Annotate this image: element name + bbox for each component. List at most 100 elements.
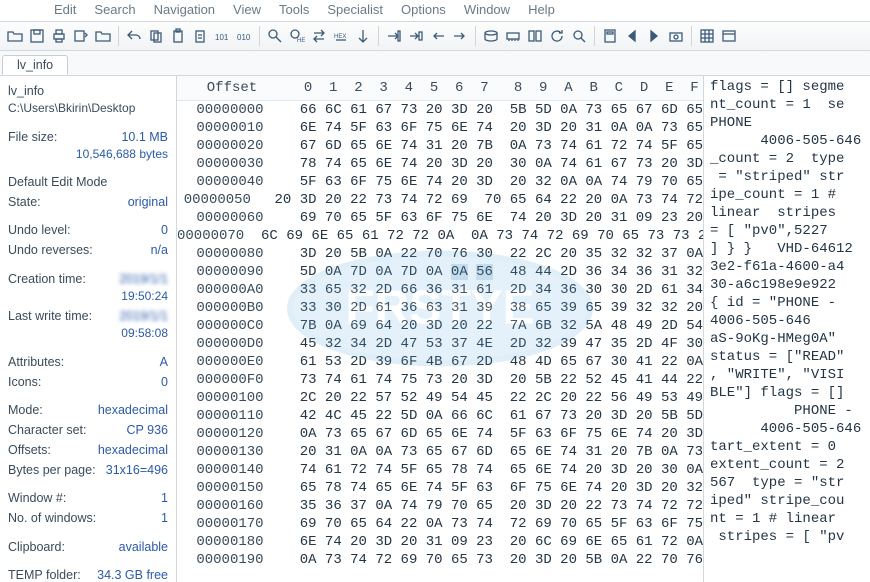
paste-icon[interactable] bbox=[190, 26, 210, 46]
bytes-cell[interactable]: 66 6C 61 67 73 20 3D 20 5B 5D 0A 73 65 6… bbox=[283, 101, 703, 119]
back-icon[interactable] bbox=[428, 26, 448, 46]
grid-icon[interactable] bbox=[697, 26, 717, 46]
menu-specialist[interactable]: Specialist bbox=[327, 2, 383, 17]
find-hex-icon[interactable]: HEX bbox=[287, 26, 307, 46]
ascii-line[interactable]: PHONE - bbox=[710, 402, 866, 420]
bytes-cell[interactable]: 35 36 37 0A 74 79 70 65 20 3D 20 22 73 7… bbox=[283, 497, 703, 515]
hex-row[interactable]: 00000170 69 70 65 64 22 0A 73 74 72 69 7… bbox=[177, 515, 703, 533]
bytes-cell[interactable]: 0A 73 65 67 6D 65 6E 74 5F 63 6F 75 6E 7… bbox=[283, 425, 703, 443]
ascii-line[interactable]: extent_count = 2 bbox=[710, 456, 866, 474]
ascii-line[interactable]: 567 type = "str bbox=[710, 474, 866, 492]
bytes-cell[interactable]: 78 74 65 6E 74 20 3D 20 30 0A 74 61 67 7… bbox=[283, 155, 703, 173]
hex-row[interactable]: 00000130 20 31 0A 0A 73 65 67 6D 65 6E 7… bbox=[177, 443, 703, 461]
hex-row[interactable]: 000000E0 61 53 2D 39 6F 4B 67 2D 48 4D 6… bbox=[177, 353, 703, 371]
bytes-cell[interactable]: 69 70 65 64 22 0A 73 74 72 69 70 65 5F 6… bbox=[283, 515, 703, 533]
properties-icon[interactable] bbox=[71, 26, 91, 46]
hex-row[interactable]: 00000160 35 36 37 0A 74 79 70 65 20 3D 2… bbox=[177, 497, 703, 515]
bytes-cell[interactable]: 61 53 2D 39 6F 4B 67 2D 48 4D 65 67 30 4… bbox=[283, 353, 703, 371]
ascii-line[interactable]: ] } } VHD-64612 bbox=[710, 240, 866, 258]
binary-icon[interactable]: 101 bbox=[212, 26, 232, 46]
bytes-cell[interactable]: 6E 74 5F 63 6F 75 6E 74 20 3D 20 31 0A 0… bbox=[283, 119, 703, 137]
bytes-cell[interactable]: 42 4C 45 22 5D 0A 66 6C 61 67 73 20 3D 2… bbox=[283, 407, 703, 425]
print-icon[interactable] bbox=[49, 26, 69, 46]
ascii-line[interactable]: 4006-505-646 bbox=[710, 312, 866, 330]
ascii-line[interactable]: 3e2-f61a-4600-a4 bbox=[710, 258, 866, 276]
copy-icon[interactable] bbox=[146, 26, 166, 46]
replace-hex-icon[interactable]: HEX bbox=[331, 26, 351, 46]
replace-icon[interactable] bbox=[309, 26, 329, 46]
hex-row[interactable]: 00000120 0A 73 65 67 6D 65 6E 74 5F 63 6… bbox=[177, 425, 703, 443]
ascii-line[interactable]: 4006-505-646 bbox=[710, 420, 866, 438]
next-icon[interactable] bbox=[644, 26, 664, 46]
hex-row[interactable]: 000000F0 73 74 61 74 75 73 20 3D 20 5B 2… bbox=[177, 371, 703, 389]
ascii-line[interactable]: iped" stripe_cou bbox=[710, 492, 866, 510]
hex-row[interactable]: 00000080 3D 20 5B 0A 22 70 76 30 22 2C 2… bbox=[177, 245, 703, 263]
bytes-cell[interactable]: 69 70 65 5F 63 6F 75 6E 74 20 3D 20 31 0… bbox=[283, 209, 703, 227]
hex-body[interactable]: 00000000 66 6C 61 67 73 20 3D 20 5B 5D 0… bbox=[177, 101, 703, 569]
hex-row[interactable]: 00000140 74 61 72 74 5F 65 78 74 65 6E 7… bbox=[177, 461, 703, 479]
open-icon[interactable] bbox=[5, 26, 25, 46]
tab-file[interactable]: lv_info bbox=[2, 55, 68, 75]
prev-icon[interactable] bbox=[622, 26, 642, 46]
ascii-line[interactable]: 30-a6c198e9e922 bbox=[710, 276, 866, 294]
hex-row[interactable]: 00000150 65 78 74 65 6E 74 5F 63 6F 75 6… bbox=[177, 479, 703, 497]
ascii-line[interactable]: , "WRITE", "VISI bbox=[710, 366, 866, 384]
compare-icon[interactable] bbox=[525, 26, 545, 46]
clipboard-icon[interactable] bbox=[168, 26, 188, 46]
hex-row[interactable]: 00000090 5D 0A 7D 0A 7D 0A 0A 56 48 44 2… bbox=[177, 263, 703, 281]
bytes-cell[interactable]: 20 31 0A 0A 73 65 67 6D 65 6E 74 31 20 7… bbox=[283, 443, 703, 461]
binary2-icon[interactable]: 010 bbox=[234, 26, 254, 46]
bytes-cell[interactable]: 0A 73 74 72 69 70 65 73 20 3D 20 5B 0A 2… bbox=[283, 551, 703, 569]
hex-row[interactable]: 00000190 0A 73 74 72 69 70 65 73 20 3D 2… bbox=[177, 551, 703, 569]
menu-options[interactable]: Options bbox=[401, 2, 446, 17]
bytes-cell[interactable]: 3D 20 5B 0A 22 70 76 30 22 2C 20 35 32 3… bbox=[283, 245, 703, 263]
menu-tools[interactable]: Tools bbox=[279, 2, 309, 17]
menu-view[interactable]: View bbox=[233, 2, 261, 17]
bytes-cell[interactable]: 5D 0A 7D 0A 7D 0A 0A 56 48 44 2D 36 34 3… bbox=[283, 263, 703, 281]
bytes-cell[interactable]: 6E 74 20 3D 20 31 09 23 20 6C 69 6E 65 6… bbox=[283, 533, 703, 551]
calc-icon[interactable] bbox=[600, 26, 620, 46]
menu-search[interactable]: Search bbox=[94, 2, 135, 17]
ascii-pane[interactable]: flags = [] segment_count = 1 sePHONE 400… bbox=[703, 76, 870, 582]
hex-row[interactable]: 00000000 66 6C 61 67 73 20 3D 20 5B 5D 0… bbox=[177, 101, 703, 119]
hex-row[interactable]: 000000C0 7B 0A 69 64 20 3D 20 22 7A 6B 3… bbox=[177, 317, 703, 335]
hex-row[interactable]: 00000060 69 70 65 5F 63 6F 75 6E 74 20 3… bbox=[177, 209, 703, 227]
undo-icon[interactable] bbox=[124, 26, 144, 46]
bytes-cell[interactable]: 73 74 61 74 75 73 20 3D 20 5B 22 52 45 4… bbox=[283, 371, 703, 389]
ascii-line[interactable]: { id = "PHONE - bbox=[710, 294, 866, 312]
ascii-line[interactable]: 4006-505-646 bbox=[710, 132, 866, 150]
ascii-line[interactable]: PHONE bbox=[710, 114, 866, 132]
ascii-line[interactable]: BLE"] flags = [] bbox=[710, 384, 866, 402]
bytes-cell[interactable]: 2C 20 22 57 52 49 54 45 22 2C 20 22 56 4… bbox=[283, 389, 703, 407]
ascii-line[interactable]: = "striped" str bbox=[710, 168, 866, 186]
hex-row[interactable]: 00000070 6C 69 6E 65 61 72 72 0A 0A 73 7… bbox=[177, 227, 703, 245]
zoom-icon[interactable] bbox=[569, 26, 589, 46]
bytes-cell[interactable]: 20 3D 20 22 73 74 72 69 70 65 64 22 20 0… bbox=[258, 191, 703, 209]
snapshot-icon[interactable] bbox=[666, 26, 686, 46]
refresh-icon[interactable] bbox=[547, 26, 567, 46]
hex-row[interactable]: 00000050 20 3D 20 22 73 74 72 69 70 65 6… bbox=[177, 191, 703, 209]
bytes-cell[interactable]: 5F 63 6F 75 6E 74 20 3D 20 32 0A 0A 74 7… bbox=[283, 173, 703, 191]
bytes-cell[interactable]: 74 61 72 74 5F 65 78 74 65 6E 74 20 3D 2… bbox=[283, 461, 703, 479]
ram-icon[interactable] bbox=[503, 26, 523, 46]
hex-row[interactable]: 000000B0 33 30 2D 61 36 63 31 39 38 65 3… bbox=[177, 299, 703, 317]
folder-icon[interactable] bbox=[93, 26, 113, 46]
hex-row[interactable]: 00000010 6E 74 5F 63 6F 75 6E 74 20 3D 2… bbox=[177, 119, 703, 137]
ascii-line[interactable]: nt_count = 1 se bbox=[710, 96, 866, 114]
hex-row[interactable]: 000000D0 45 32 34 2D 47 53 37 4E 2D 32 3… bbox=[177, 335, 703, 353]
hex-row[interactable]: 00000040 5F 63 6F 75 6E 74 20 3D 20 32 0… bbox=[177, 173, 703, 191]
hex-row[interactable]: 00000020 67 6D 65 6E 74 31 20 7B 0A 73 7… bbox=[177, 137, 703, 155]
save-icon[interactable] bbox=[27, 26, 47, 46]
menu-navigation[interactable]: Navigation bbox=[154, 2, 215, 17]
ascii-line[interactable]: linear stripes bbox=[710, 204, 866, 222]
menu-help[interactable]: Help bbox=[528, 2, 555, 17]
ascii-line[interactable]: tart_extent = 0 bbox=[710, 438, 866, 456]
bytes-cell[interactable]: 33 30 2D 61 36 63 31 39 38 65 39 65 39 3… bbox=[283, 299, 703, 317]
menu-window[interactable]: Window bbox=[464, 2, 510, 17]
hex-row[interactable]: 00000110 42 4C 45 22 5D 0A 66 6C 61 67 7… bbox=[177, 407, 703, 425]
ascii-line[interactable]: nt = 1 # linear bbox=[710, 510, 866, 528]
hex-row[interactable]: 00000030 78 74 65 6E 74 20 3D 20 30 0A 7… bbox=[177, 155, 703, 173]
forward-icon[interactable] bbox=[450, 26, 470, 46]
bytes-cell[interactable]: 7B 0A 69 64 20 3D 20 22 7A 6B 32 5A 48 4… bbox=[283, 317, 703, 335]
ascii-line[interactable]: _count = 2 type bbox=[710, 150, 866, 168]
